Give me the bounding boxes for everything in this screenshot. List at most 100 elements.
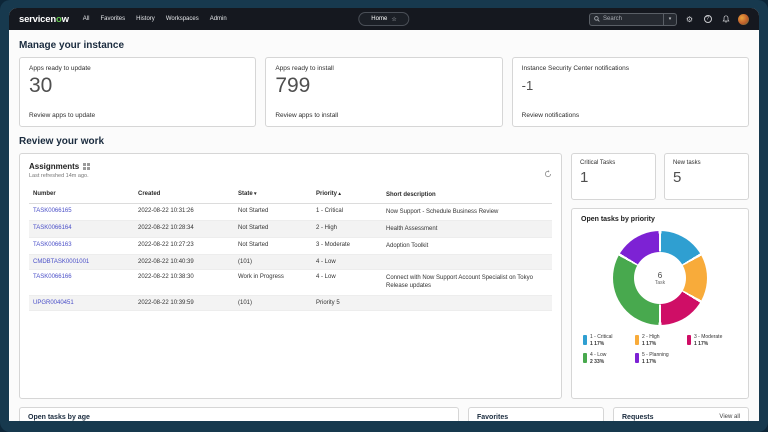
review-apps-update-link[interactable]: Review apps to update [29, 112, 246, 119]
nav-item-favorites[interactable]: Favorites [100, 16, 125, 22]
notifications-bell-icon[interactable] [720, 14, 731, 25]
table-row: TASK00661662022-08-22 10:38:30Work in Pr… [29, 270, 552, 295]
created-cell: 2022-08-22 10:39:59 [138, 300, 238, 306]
legend-count: 2 33% [590, 359, 606, 365]
favorites-card: Favorites [468, 407, 604, 421]
nav-item-admin[interactable]: Admin [210, 16, 227, 22]
priority-cell: 4 - Low [316, 259, 386, 265]
col-state[interactable]: State [238, 191, 316, 197]
priority-cell: 1 - Critical [316, 208, 386, 214]
new-tasks-title: New tasks [673, 160, 740, 166]
legend-swatch [583, 353, 587, 363]
app-window: servicenow All Favorites History Workspa… [9, 8, 759, 421]
legend-item[interactable]: 2 - High1 17% [635, 334, 685, 347]
created-cell: 2022-08-22 10:27:23 [138, 242, 238, 248]
new-tasks-card: New tasks 5 [664, 153, 749, 200]
review-apps-install-link[interactable]: Review apps to install [275, 112, 492, 119]
donut-center-value: 6 [658, 271, 662, 280]
refresh-icon[interactable] [544, 165, 552, 183]
last-refreshed-text: Last refreshed 14m ago. [29, 173, 552, 179]
task-number-link[interactable]: UPGR0040451 [33, 300, 138, 306]
task-number-link[interactable]: TASK0066165 [33, 208, 138, 214]
created-cell: 2022-08-22 10:38:30 [138, 274, 238, 280]
nav-item-all[interactable]: All [83, 16, 90, 22]
view-all-link[interactable]: View all [719, 414, 740, 420]
table-row: CMDBTASK00010012022-08-22 10:40:39(101)4… [29, 255, 552, 270]
assignments-card: Assignments Last refreshed 14m ago. Numb… [19, 153, 562, 399]
col-number[interactable]: Number [33, 191, 138, 197]
col-description[interactable]: Short description [386, 191, 548, 199]
table-row: TASK00661652022-08-22 10:31:26Not Starte… [29, 204, 552, 221]
stat-value: 799 [275, 75, 492, 96]
search-scope-dropdown[interactable]: ▾ [663, 13, 677, 26]
description-cell: Health Assessment [386, 225, 548, 233]
donut-center: 6 Task [634, 252, 686, 304]
search-placeholder: Search [603, 16, 622, 22]
legend-swatch [635, 335, 639, 345]
manage-instance-heading: Manage your instance [19, 30, 749, 51]
description-cell: Connect with Now Support Account Special… [386, 274, 548, 290]
open-tasks-age-card: Open tasks by age [19, 407, 459, 421]
table-row: TASK00661642022-08-22 10:28:34Not Starte… [29, 221, 552, 238]
legend-item[interactable]: 4 - Low2 33% [583, 352, 633, 365]
chart-legend: 1 - Critical1 17%2 - High1 17%3 - Modera… [581, 334, 739, 365]
task-number-link[interactable]: TASK0066166 [33, 274, 138, 280]
nav-menu: All Favorites History Workspaces Admin [83, 16, 227, 22]
legend-item[interactable]: 3 - Moderate1 17% [687, 334, 737, 347]
legend-swatch [583, 335, 587, 345]
table-header-row: Number Created State Priority Short desc… [29, 187, 552, 204]
task-number-link[interactable]: TASK0066163 [33, 242, 138, 248]
state-cell: Not Started [238, 208, 316, 214]
state-cell: (101) [238, 259, 316, 265]
critical-tasks-value: 1 [580, 170, 647, 185]
open-tasks-priority-card: Open tasks by priority 6 Task 1 - Critic… [571, 208, 749, 399]
requests-title: Requests [622, 414, 654, 421]
priority-cell: 2 - High [316, 225, 386, 231]
global-search: Search ▾ [589, 13, 677, 26]
servicenow-logo[interactable]: servicenow [19, 14, 69, 25]
col-created[interactable]: Created [138, 191, 238, 197]
legend-label: 3 - Moderate [694, 334, 722, 340]
user-avatar[interactable] [738, 14, 749, 25]
home-tab[interactable]: Home ☆ [358, 12, 409, 26]
table-row: UPGR00404512022-08-22 10:39:59(101)Prior… [29, 296, 552, 311]
legend-item[interactable]: 5 - Planning1 17% [635, 352, 685, 365]
legend-count: 1 17% [642, 359, 669, 365]
nav-right-tools: Search ▾ ⚙ ? [589, 13, 749, 26]
review-work-heading: Review your work [19, 136, 749, 147]
legend-swatch [687, 335, 691, 345]
stat-value: 30 [29, 75, 246, 96]
donut-chart[interactable]: 6 Task [613, 231, 707, 325]
critical-tasks-card: Critical Tasks 1 [571, 153, 656, 200]
created-cell: 2022-08-22 10:40:39 [138, 259, 238, 265]
task-number-link[interactable]: TASK0066164 [33, 225, 138, 231]
top-navbar: servicenow All Favorites History Workspa… [9, 8, 759, 30]
page-backdrop: servicenow All Favorites History Workspa… [0, 0, 768, 432]
stat-card-apps-install: Apps ready to install 799 Review apps to… [265, 57, 502, 127]
assignments-table: Number Created State Priority Short desc… [29, 187, 552, 311]
legend-label: 1 - Critical [590, 334, 613, 340]
stat-title: Apps ready to update [29, 65, 246, 72]
nav-item-history[interactable]: History [136, 16, 155, 22]
home-tab-label: Home [371, 16, 387, 22]
col-priority[interactable]: Priority [316, 191, 386, 197]
gear-icon[interactable]: ⚙ [684, 14, 695, 25]
priority-cell: 3 - Moderate [316, 242, 386, 248]
list-grid-icon[interactable] [83, 163, 90, 170]
star-icon[interactable]: ☆ [391, 16, 396, 23]
nav-item-workspaces[interactable]: Workspaces [166, 16, 199, 22]
task-number-link[interactable]: CMDBTASK0001001 [33, 259, 138, 265]
table-row: TASK00661632022-08-22 10:27:23Not Starte… [29, 238, 552, 255]
review-notifications-link[interactable]: Review notifications [522, 112, 739, 119]
stat-title: Instance Security Center notifications [522, 65, 739, 72]
legend-count: 1 17% [590, 341, 613, 347]
state-cell: Not Started [238, 242, 316, 248]
legend-item[interactable]: 1 - Critical1 17% [583, 334, 633, 347]
requests-card: Requests View all [613, 407, 749, 421]
created-cell: 2022-08-22 10:28:34 [138, 225, 238, 231]
search-input[interactable]: Search [589, 13, 663, 26]
new-tasks-value: 5 [673, 170, 740, 185]
instance-stat-cards: Apps ready to update 30 Review apps to u… [19, 57, 749, 127]
help-icon[interactable]: ? [702, 14, 713, 25]
state-cell: Not Started [238, 225, 316, 231]
